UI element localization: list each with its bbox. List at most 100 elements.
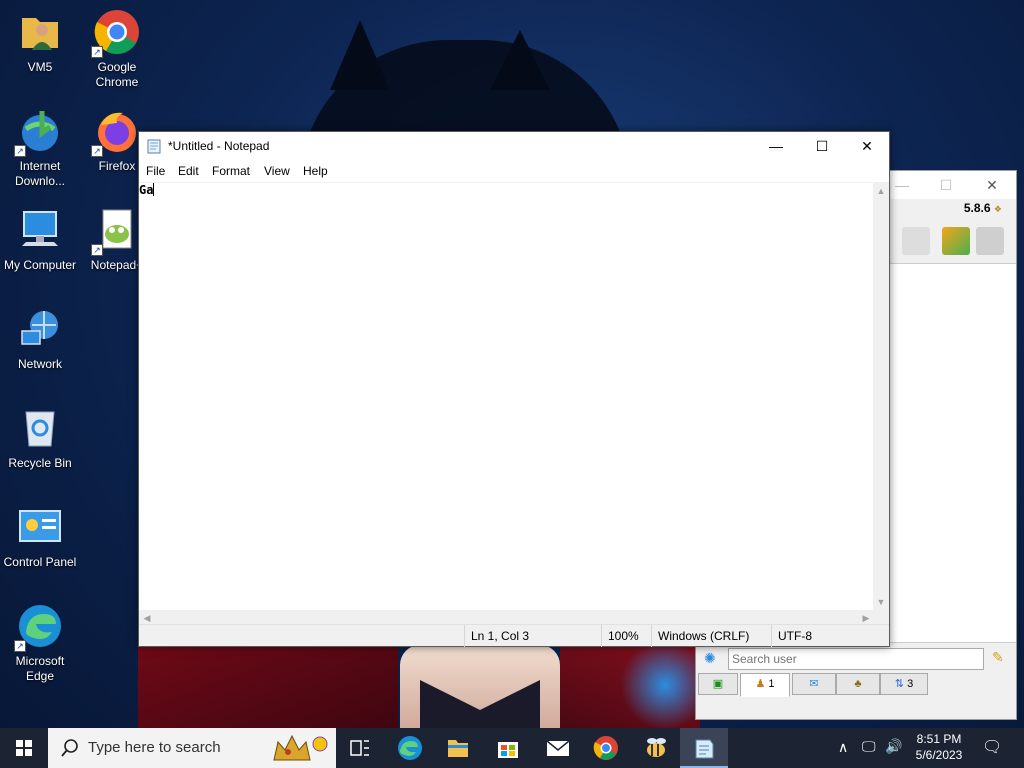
version-label: 5.8.6 ❖ [964, 201, 1002, 215]
close-icon: ✕ [861, 138, 873, 154]
window-title: *Untitled - Notepad [168, 139, 270, 153]
menu-view[interactable]: View [264, 164, 290, 178]
shortcut-arrow-icon: ↗ [14, 640, 26, 652]
text-caret [153, 183, 155, 196]
desktop-icon-network[interactable]: Network [0, 305, 80, 372]
tab-group[interactable]: ♣ [836, 673, 880, 695]
vertical-scrollbar[interactable]: ▲ ▼ [873, 183, 889, 610]
desktop-icon-my-computer[interactable]: My Computer [0, 206, 80, 273]
settings-globe-icon[interactable]: ✺ [704, 650, 716, 667]
close-button[interactable]: ✕ [844, 132, 890, 161]
taskbar-chrome[interactable] [582, 728, 630, 768]
menu-file[interactable]: File [146, 164, 165, 178]
green-screen-icon: ▣ [712, 678, 724, 690]
notepad-plus-icon: ↗ [91, 206, 141, 256]
desktop-icon-control-panel[interactable]: Control Panel [0, 503, 80, 570]
status-zoom: 100% [601, 625, 651, 647]
clock-date: 5/6/2023 [915, 748, 963, 762]
status-position: Ln 1, Col 3 [464, 625, 601, 647]
taskbar-task-view[interactable] [336, 728, 384, 768]
maximize-icon[interactable]: ☐ [936, 175, 956, 195]
taskbar-notepad[interactable] [680, 728, 728, 768]
taskbar: Type here to search ∧ 🖵 🔊 8:51 PM 5/6/20… [0, 728, 1024, 768]
desktop-icon-label: Network [17, 357, 62, 371]
group-icon: ♣ [854, 678, 862, 690]
computer-icon [16, 206, 64, 254]
desktop-icon-label: Control Panel [3, 555, 77, 569]
users-icon: ♟ [755, 678, 766, 690]
notifications-icon[interactable]: 🗨 [982, 737, 1002, 757]
edge-icon: ↗ [14, 602, 64, 652]
scroll-down-icon[interactable]: ▼ [873, 594, 889, 610]
taskbar-search[interactable]: Type here to search [48, 728, 336, 768]
network-icon [16, 305, 64, 353]
tab-count: 1 [768, 678, 775, 690]
minimize-button[interactable]: — [753, 132, 799, 161]
chrome-icon: ↗ [91, 8, 141, 58]
search-user-input[interactable] [728, 648, 984, 670]
taskbar-edge[interactable] [386, 728, 434, 768]
tab-chat[interactable]: ✉ [792, 673, 836, 695]
taskbar-bee-app[interactable] [632, 728, 680, 768]
desktop-icon-label: Recycle Bin [8, 456, 72, 470]
minimize-icon[interactable]: — [892, 175, 912, 195]
taskbar-mail[interactable] [534, 728, 582, 768]
desktop-icon-edge[interactable]: ↗ Microsoft Edge [0, 602, 80, 684]
status-encoding: UTF-8 [771, 625, 891, 647]
transfer-icon: ⇅ [894, 678, 905, 690]
windows-logo-icon [16, 740, 32, 756]
notepad-titlebar[interactable]: *Untitled - Notepad — ☐ ✕ [139, 132, 889, 161]
menu-format[interactable]: Format [212, 164, 250, 178]
chat-icon: ✉ [809, 678, 819, 690]
notepad-window[interactable]: *Untitled - Notepad — ☐ ✕ File Edit Form… [138, 131, 890, 647]
upload-icon[interactable] [942, 227, 970, 255]
tab-count: 3 [907, 678, 914, 690]
menu-edit[interactable]: Edit [178, 164, 199, 178]
taskbar-file-explorer[interactable] [434, 728, 482, 768]
tab-transfer[interactable]: ⇅ 3 [880, 673, 928, 695]
file-explorer-icon [448, 740, 468, 757]
volume-icon[interactable]: 🔊 [885, 738, 902, 755]
minimize-icon: — [769, 138, 783, 154]
edge-icon [398, 736, 422, 760]
tools-icon[interactable] [902, 227, 930, 255]
search-placeholder: Type here to search [88, 739, 221, 756]
windows-flag-icon: ❖ [993, 204, 1002, 214]
tray-overflow-icon[interactable]: ∧ [838, 739, 848, 756]
search-icon [61, 739, 78, 757]
shortcut-arrow-icon: ↗ [14, 145, 26, 157]
desktop-icon-vm5[interactable]: VM5 [0, 8, 80, 75]
clock-time: 8:51 PM [916, 732, 962, 746]
maximize-button[interactable]: ☐ [799, 132, 845, 161]
tab-users[interactable]: ♟ 1 [740, 673, 790, 697]
scroll-up-icon[interactable]: ▲ [873, 183, 889, 199]
desktop-icon-recycle-bin[interactable]: Recycle Bin [0, 404, 80, 471]
close-icon[interactable]: ✕ [982, 175, 1002, 195]
desktop-icon-label: Notepad+ [90, 258, 144, 272]
trash-icon[interactable] [976, 227, 1004, 255]
network-tray-icon[interactable]: 🖵 [862, 738, 876, 755]
status-bar: Ln 1, Col 3 100% Windows (CRLF) UTF-8 [139, 624, 891, 647]
menu-help[interactable]: Help [303, 164, 328, 178]
desktop-icon-label: VM5 [27, 60, 53, 74]
desktop-icon-chrome[interactable]: ↗ Google Chrome [77, 8, 157, 90]
shortcut-arrow-icon: ↗ [91, 244, 103, 256]
store-icon [498, 742, 518, 758]
clock[interactable]: 8:51 PM 5/6/2023 [906, 731, 972, 763]
text-editor[interactable]: Ga [139, 183, 874, 610]
desktop-icon-idm[interactable]: ↗ Internet Downlo... [0, 107, 80, 189]
task-view-icon [350, 740, 369, 756]
tab-screen[interactable]: ▣ [698, 673, 738, 695]
user-folder-icon [16, 8, 64, 56]
taskbar-store[interactable] [484, 728, 532, 768]
desktop-icon-label: My Computer [3, 258, 77, 272]
mail-icon [546, 740, 570, 756]
notepad-icon [147, 139, 161, 154]
clear-broom-icon[interactable]: ✎ [992, 649, 1004, 666]
desktop-icon-label: Internet Downlo... [14, 159, 66, 188]
desktop-icon-label: Firefox [98, 159, 136, 173]
notepad-icon [695, 739, 714, 759]
wallpaper-ear [330, 20, 390, 90]
start-button[interactable] [0, 728, 48, 768]
chrome-icon [593, 736, 618, 760]
